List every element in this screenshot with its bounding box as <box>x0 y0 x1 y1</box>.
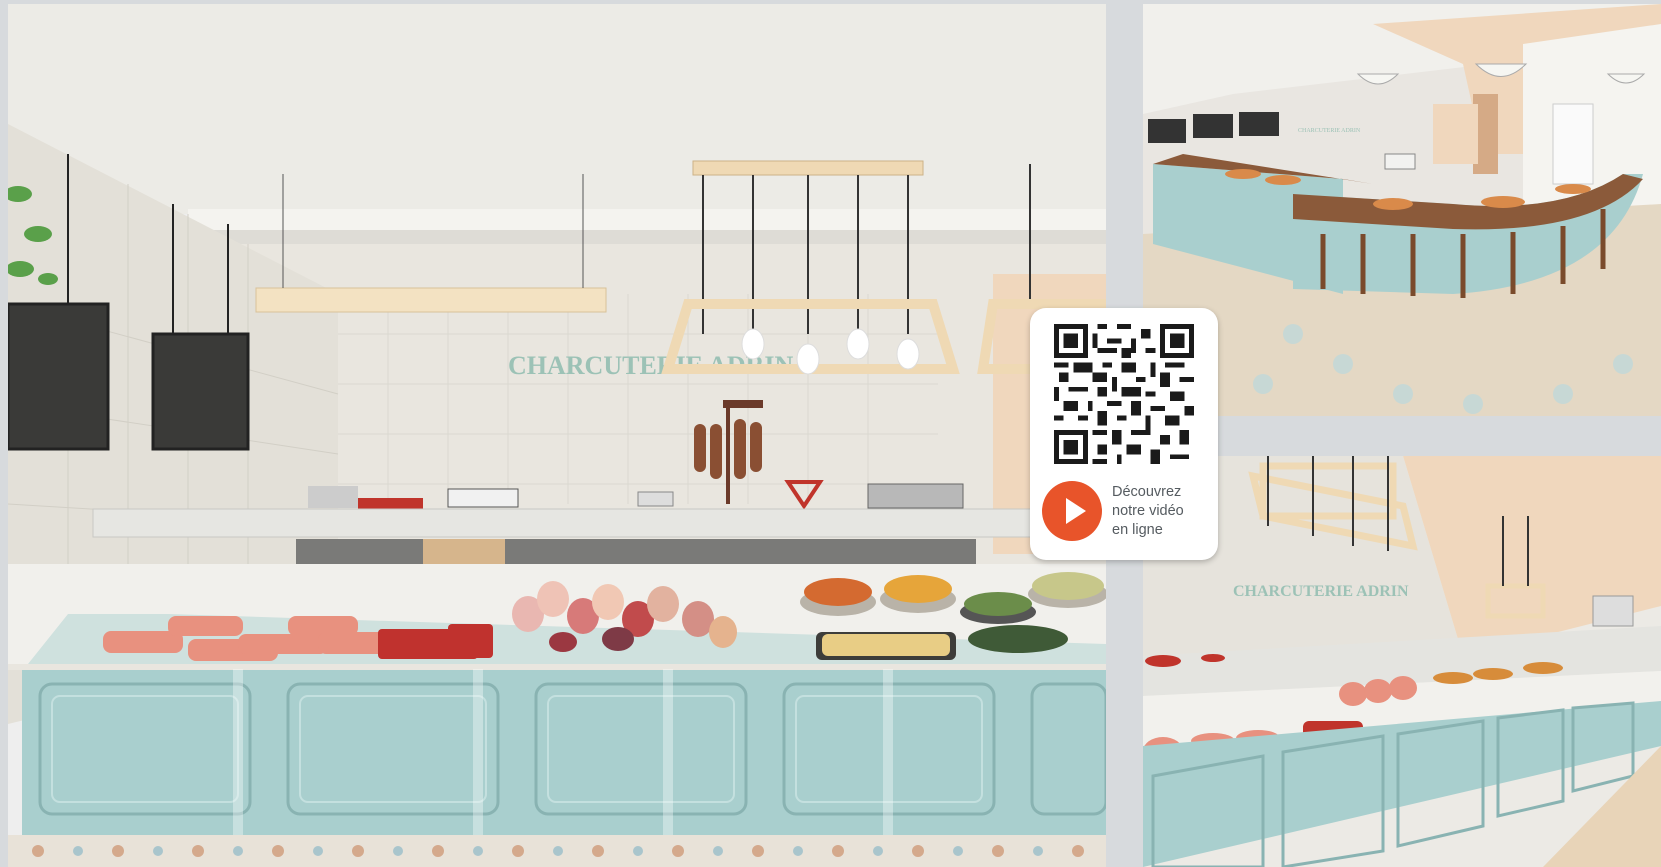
video-qr-card[interactable]: Découvrez notre vidéo en ligne <box>1030 308 1218 560</box>
bottom-right-shop-illustration: CHARCUTERIE ADRIN <box>1143 456 1661 867</box>
caption-line-2: notre vidéo <box>1112 502 1184 519</box>
shop-sign: CHARCUTERIE ADRIN <box>1298 128 1361 134</box>
main-shop-illustration: CHARCUTERIE ADRIN <box>8 4 1106 867</box>
shop-sign: CHARCUTERIE ADRIN <box>1233 583 1409 600</box>
caption-line-3: en ligne <box>1112 521 1163 538</box>
video-cta[interactable]: Découvrez notre vidéo en ligne <box>1042 476 1212 546</box>
top-right-shop-illustration: CHARCUTERIE ADRIN <box>1143 4 1661 416</box>
main-shop-render: CHARCUTERIE ADRIN <box>8 4 1106 867</box>
play-icon[interactable] <box>1042 481 1102 541</box>
caption-line-1: Découvrez <box>1112 483 1182 500</box>
qr-code-icon[interactable] <box>1054 324 1194 464</box>
video-caption: Découvrez notre vidéo en ligne <box>1112 483 1202 540</box>
bottom-right-shop-render: CHARCUTERIE ADRIN <box>1143 456 1661 867</box>
top-right-shop-render: CHARCUTERIE ADRIN <box>1143 4 1661 416</box>
